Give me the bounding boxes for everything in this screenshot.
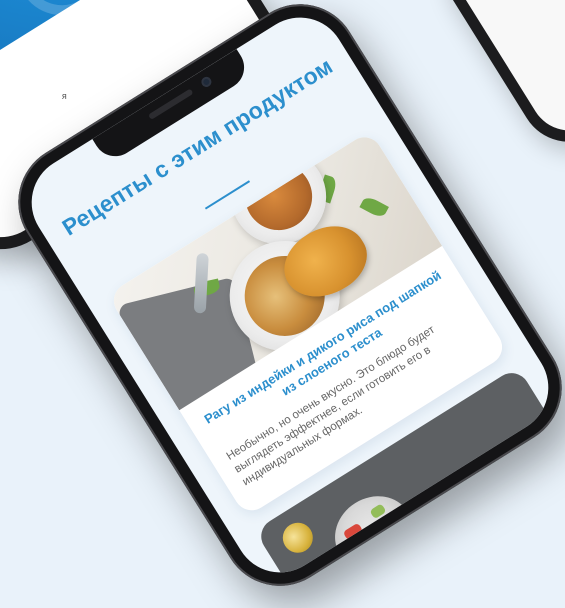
salad-bowl	[321, 481, 427, 584]
front-camera	[199, 75, 214, 89]
background-phone-right	[426, 0, 565, 161]
title-underline	[204, 180, 251, 210]
background-phone-right-screen	[441, 0, 565, 146]
partial-text: я	[61, 90, 67, 101]
oil-dish	[277, 517, 319, 559]
speaker-grille	[147, 88, 194, 120]
